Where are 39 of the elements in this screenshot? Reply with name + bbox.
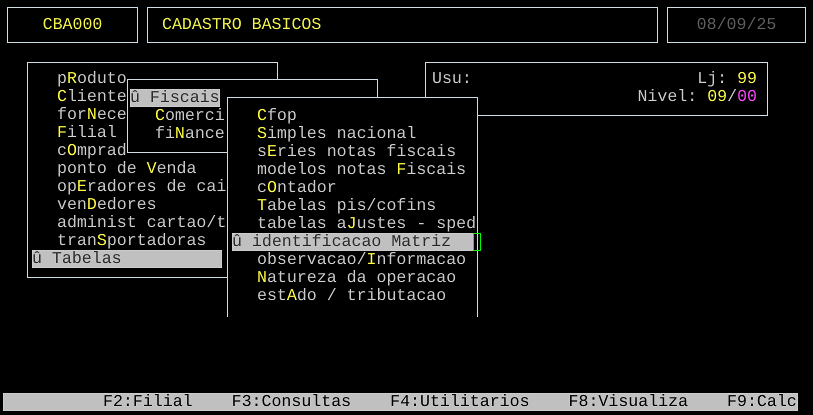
screen-title: CADASTRO BASICOS (162, 16, 322, 34)
menu-item[interactable]: û identificacao Matriz (232, 233, 473, 251)
user-label: Usu: (432, 70, 472, 88)
menu-item[interactable]: û Fiscais (130, 89, 220, 107)
menu-item[interactable]: fiNance (130, 125, 225, 143)
function-key[interactable]: F3:Consultas (232, 393, 352, 411)
menu-item[interactable]: tabelas aJustes - sped (232, 215, 473, 233)
menu-item[interactable]: cOmprad (32, 142, 127, 160)
menu-item[interactable]: Cliente (32, 88, 127, 106)
menu-item[interactable]: cOntador (232, 179, 473, 197)
function-key[interactable]: F8:Visualiza (568, 393, 688, 411)
menu-item[interactable]: opEradores de cai (32, 178, 226, 196)
menu-item[interactable]: estAdo / tributacao (232, 287, 473, 305)
menu-item[interactable]: Comerci (130, 107, 225, 125)
menu-item[interactable]: observacao/Informacao (232, 251, 473, 269)
menu-item[interactable]: Cfop (232, 107, 473, 125)
function-key[interactable]: F2:Filial (103, 393, 193, 411)
menu-item[interactable]: pRoduto (32, 70, 127, 88)
menu-item[interactable]: forNece (32, 106, 127, 124)
level-label: Nivel: (637, 87, 698, 106)
menu-item[interactable]: Tabelas pis/cofins (232, 197, 473, 215)
store-label: Lj: (697, 69, 728, 88)
function-key[interactable]: F4:Utilitarios (390, 393, 530, 411)
menu-item[interactable]: û Tabelas (32, 250, 222, 268)
menu-item[interactable]: venDedores (32, 196, 157, 214)
menu-item[interactable]: sEries notas fiscais (232, 143, 473, 161)
menu-item[interactable]: Simples nacional (232, 125, 473, 143)
level-value: 09/00 (707, 87, 757, 106)
menu-item[interactable]: Filial (32, 124, 117, 142)
menu-item[interactable]: administ cartao/t (32, 214, 226, 232)
text-cursor (473, 233, 481, 251)
menu-item[interactable]: modelos notas Fiscais (232, 161, 473, 179)
menu-item[interactable]: ponto de Venda (32, 160, 196, 178)
program-code: CBA000 (42, 16, 102, 34)
date-text: 08/09/25 (696, 16, 776, 34)
function-key[interactable]: F9:Calc (727, 393, 797, 411)
menu-item[interactable]: tranSportadoras (32, 232, 206, 250)
store-value: 99 (737, 69, 757, 88)
menu-item[interactable]: Natureza da operacao (232, 269, 473, 287)
